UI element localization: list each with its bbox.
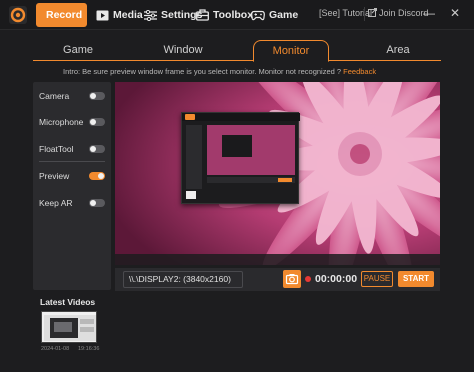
top-separator <box>364 7 365 21</box>
nav-game-button[interactable]: Game <box>245 3 304 27</box>
nested-app-window <box>181 112 300 204</box>
tab-game[interactable]: Game <box>43 40 113 61</box>
feedback-link[interactable]: Feedback <box>343 67 376 76</box>
intro-text: Intro: Be sure preview window frame is y… <box>63 67 376 76</box>
gamepad-icon <box>251 10 265 20</box>
nav-record-label: Record <box>46 9 83 21</box>
option-preview[interactable]: Preview <box>39 169 107 183</box>
tab-monitor[interactable]: Monitor <box>253 40 329 62</box>
option-microphone[interactable]: Microphone <box>39 115 107 129</box>
video-thumbnail[interactable] <box>41 311 97 343</box>
tab-area[interactable]: Area <box>363 40 433 61</box>
camera-toggle[interactable] <box>89 92 105 100</box>
microphone-toggle[interactable] <box>89 118 105 126</box>
option-microphone-label: Microphone <box>39 117 84 127</box>
record-timer: 00:00:00 <box>315 273 358 285</box>
external-link-icon <box>368 8 377 17</box>
latest-videos-title: Latest Videos <box>40 297 96 307</box>
camera-icon <box>285 274 299 285</box>
option-keep-ar[interactable]: Keep AR <box>39 196 107 210</box>
screenshot-button[interactable] <box>283 270 301 288</box>
option-preview-label: Preview <box>39 171 70 181</box>
option-floattool-label: FloatTool <box>39 144 74 154</box>
record-control-bar: \\.\DISPLAY2: (3840x2160) 00:00:00 PAUSE… <box>115 268 440 291</box>
start-button[interactable]: START <box>398 271 434 287</box>
close-icon[interactable]: ✕ <box>448 6 462 20</box>
floattool-toggle[interactable] <box>89 145 105 153</box>
source-tabs: Game Window Monitor Area <box>33 40 441 62</box>
options-divider <box>39 161 105 162</box>
preview-toggle[interactable] <box>89 172 105 180</box>
nav-record-button[interactable]: Record <box>36 3 87 27</box>
video-date: 2024-01-08 <box>41 346 70 352</box>
option-floattool[interactable]: FloatTool <box>39 142 107 156</box>
keep-ar-toggle[interactable] <box>89 199 105 207</box>
pause-button[interactable]: PAUSE <box>361 271 393 287</box>
intro-message: Intro: Be sure preview window frame is y… <box>63 67 342 76</box>
monitor-preview <box>115 82 440 265</box>
app-logo-icon <box>9 6 27 24</box>
display-select[interactable]: \\.\DISPLAY2: (3840x2160) <box>123 271 243 288</box>
recording-indicator-icon <box>305 276 311 282</box>
option-keep-ar-label: Keep AR <box>39 198 73 208</box>
nav-game-label: Game <box>269 9 299 21</box>
media-icon <box>96 10 109 20</box>
option-camera[interactable]: Camera <box>39 89 107 103</box>
option-camera-label: Camera <box>39 91 70 101</box>
options-panel: Camera Microphone FloatTool Preview Keep… <box>33 82 111 290</box>
video-thumbnail-image <box>42 312 96 342</box>
toolbox-icon <box>196 9 209 21</box>
settings-icon <box>144 9 157 21</box>
top-bar: Record Media Settings Toolbox Game [See]… <box>0 0 474 30</box>
minimize-icon[interactable]: — <box>422 6 436 20</box>
video-time: 19:16:36 <box>78 346 100 352</box>
tab-window[interactable]: Window <box>148 40 218 61</box>
